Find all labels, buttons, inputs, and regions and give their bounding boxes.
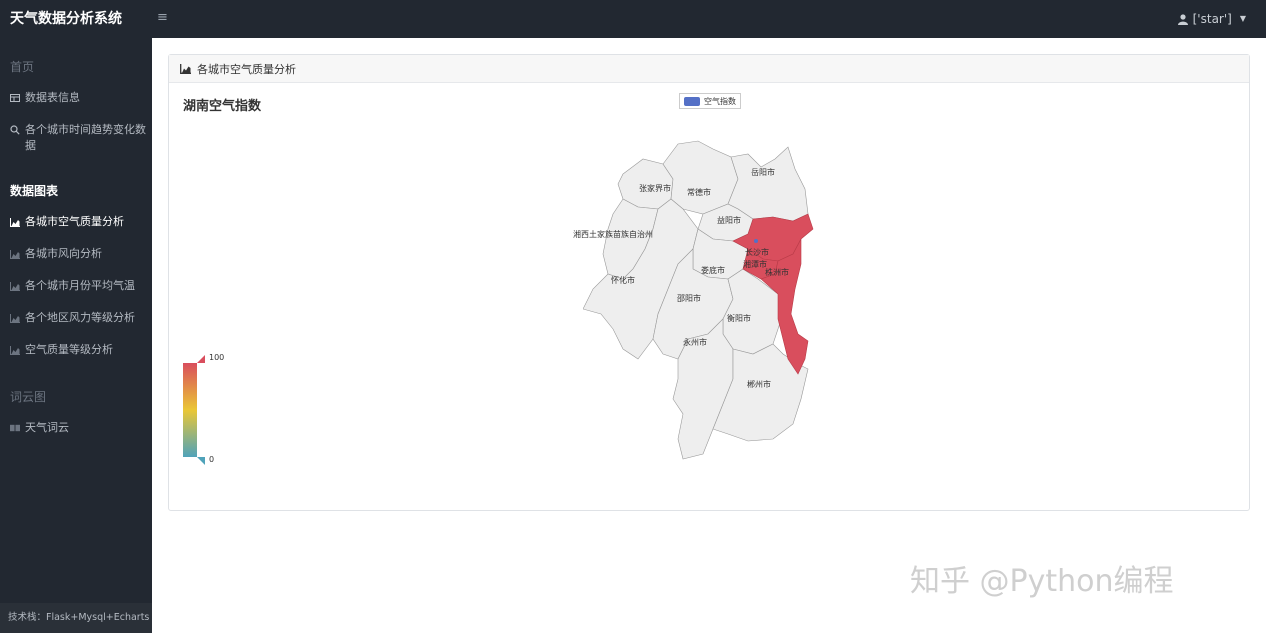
hunan-map[interactable]: 张家界市 常德市 岳阳市 益阳市 湘西土家族苗族自治州 长沙市 湘潭市 株洲市 … [573, 129, 843, 469]
book-icon [10, 420, 20, 436]
user-menu[interactable]: ['star'] ▼ [1177, 0, 1246, 38]
sidebar-item-air-quality[interactable]: 各城市空气质量分析 [10, 214, 148, 230]
map-label: 娄底市 [701, 266, 725, 275]
map-label: 株洲市 [765, 268, 789, 277]
area-chart-icon [180, 63, 191, 74]
area-chart-icon [10, 310, 20, 326]
tech-stack-footer: 技术栈：Flask+Mysql+Echarts [0, 603, 152, 633]
sidebar-item-wind-level[interactable]: 各个地区风力等级分析 [10, 310, 148, 326]
sidebar-item-label: 数据表信息 [25, 91, 80, 104]
map-label: 永州市 [683, 338, 707, 347]
nav-header-wordcloud: 词云图 [10, 390, 47, 404]
sidebar-item-label: 各个地区风力等级分析 [25, 311, 135, 324]
visual-map-min-handle[interactable] [197, 457, 205, 465]
region-yueyang[interactable] [727, 146, 809, 222]
area-chart-icon [10, 342, 20, 358]
city-marker [754, 239, 758, 243]
sidebar-item-monthly-temp[interactable]: 各个城市月份平均气温 [10, 278, 148, 294]
map-label: 邵阳市 [677, 294, 701, 303]
sidebar-item-label: 各城市风向分析 [25, 247, 102, 260]
main-content: 各城市空气质量分析 湖南空气指数 空气指数 张家界市 常德市 岳阳市 益阳市 湘… [152, 38, 1266, 633]
map-svg [582, 140, 814, 460]
user-name: ['star'] [1192, 12, 1232, 26]
area-chart-icon [10, 278, 20, 294]
chart-panel: 各城市空气质量分析 湖南空气指数 空气指数 张家界市 常德市 岳阳市 益阳市 湘… [168, 54, 1250, 511]
map-label: 湘潭市 [743, 260, 767, 269]
visual-map-min-label: 0 [209, 455, 215, 464]
map-label: 岳阳市 [751, 168, 775, 177]
map-label: 益阳市 [717, 216, 741, 225]
map-label: 郴州市 [747, 380, 771, 389]
visual-map-max-handle[interactable] [197, 355, 205, 363]
chart-title: 湖南空气指数 [183, 99, 262, 114]
map-label: 张家界市 [639, 184, 671, 193]
map-label: 湘西土家族苗族自治州 [573, 230, 653, 239]
sidebar-item-label: 天气词云 [25, 421, 69, 434]
legend-label: 空气指数 [704, 96, 736, 106]
chevron-down-icon: ▼ [1239, 14, 1246, 23]
sidebar: 首页 数据表信息 各个城市时间趋势变化数据 数据图表 各城市空气质量分析 各城市… [0, 38, 152, 633]
visual-map-max-label: 100 [209, 353, 225, 362]
search-icon [10, 122, 20, 138]
map-label: 怀化市 [611, 276, 635, 285]
sidebar-item-label: 各个城市月份平均气温 [25, 279, 135, 292]
sidebar-item-table-info[interactable]: 数据表信息 [10, 90, 148, 106]
nav-header-home[interactable]: 首页 [10, 58, 34, 75]
visual-map-legend[interactable]: 100 0 [183, 353, 243, 467]
nav-header-charts: 数据图表 [10, 184, 59, 198]
legend-swatch [684, 96, 700, 106]
watermark: 知乎 @Python编程 [910, 564, 1174, 599]
area-chart-icon [10, 246, 20, 262]
panel-title: 各城市空气质量分析 [197, 62, 296, 76]
user-icon [1177, 13, 1188, 25]
sidebar-item-label: 各个城市时间趋势变化数据 [25, 123, 146, 152]
sidebar-item-wind-direction[interactable]: 各城市风向分析 [10, 246, 148, 262]
sidebar-item-weather-wordcloud[interactable]: 天气词云 [10, 420, 148, 436]
table-icon [10, 90, 20, 106]
map-label: 常德市 [687, 188, 711, 197]
map-label: 长沙市 [745, 248, 769, 257]
area-chart-icon [10, 214, 20, 230]
sidebar-item-label: 空气质量等级分析 [25, 343, 113, 356]
sidebar-item-air-grade[interactable]: 空气质量等级分析 [10, 342, 148, 358]
panel-heading: 各城市空气质量分析 [169, 55, 1249, 83]
visual-map-gradient[interactable] [183, 363, 197, 457]
sidebar-item-time-trend[interactable]: 各个城市时间趋势变化数据 [10, 122, 148, 154]
chart-legend[interactable]: 空气指数 [679, 93, 741, 109]
sidebar-item-label: 各城市空气质量分析 [25, 215, 124, 228]
app-title[interactable]: 天气数据分析系统 [0, 0, 152, 38]
map-label: 衡阳市 [727, 314, 751, 323]
top-navbar: 天气数据分析系统 ≡ ['star'] ▼ [0, 0, 1266, 38]
menu-toggle-icon[interactable]: ≡ [157, 10, 171, 26]
